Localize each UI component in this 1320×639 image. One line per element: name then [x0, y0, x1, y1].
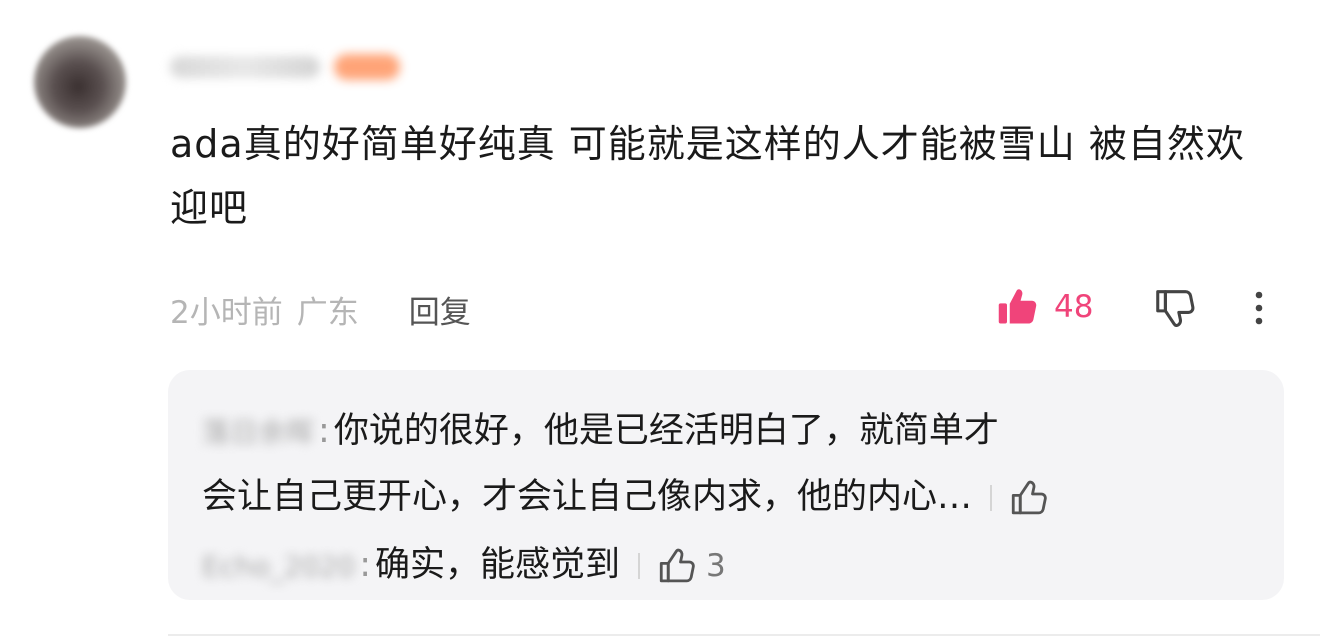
reply-colon: : [318, 411, 330, 451]
thumbs-up-outline-icon[interactable] [1008, 477, 1050, 519]
reply-colon: : [359, 545, 372, 585]
comment-username[interactable]: xuaaahu3 [170, 56, 320, 78]
vertical-ellipsis-icon[interactable] [1244, 288, 1274, 328]
reply-item[interactable]: Echo_2020: 确实，能感觉到 3 [202, 534, 726, 598]
reply-text: 确实，能感觉到 [375, 545, 621, 585]
comment-time: 2小时前 [170, 294, 283, 331]
separator [990, 485, 993, 511]
comment-location: 广东 [296, 294, 359, 331]
reply-username[interactable]: 落日余晖 [202, 402, 314, 464]
reply-text: 你说的很好，他是已经活明白了，就简单才 [333, 411, 999, 451]
reply-button[interactable]: 回复 [409, 287, 471, 332]
divider [168, 634, 1320, 636]
avatar[interactable] [34, 36, 126, 128]
like-count: 48 [1054, 289, 1094, 325]
replies-box: 落日余晖: 你说的很好，他是已经活明白了，就简单才 会让自己更开心，才会让自己像内… [168, 370, 1284, 600]
separator [638, 553, 641, 579]
comment-card: xuaaahu3 ada真的好简单好纯真 可能就是这样的人才能被雪山 被自然欢迎… [0, 0, 1320, 639]
reply-item-continued[interactable]: 会让自己更开心，才会让自己像内求，他的内心… [202, 466, 1050, 528]
user-level-badge [334, 54, 400, 80]
reply-like-count: 3 [706, 548, 726, 584]
comment-text: ada真的好简单好纯真 可能就是这样的人才能被雪山 被自然欢迎吧 [170, 122, 1245, 230]
reply-username[interactable]: Echo_2020 [202, 536, 355, 598]
thumbs-down-outline-icon[interactable] [1152, 285, 1198, 331]
thumbs-up-filled-icon [998, 289, 1037, 324]
thumbs-up-outline-icon[interactable] [656, 545, 698, 587]
reply-text-line2: 会让自己更开心，才会让自己像内求，他的内心… [202, 477, 973, 517]
like-button[interactable]: 48 [996, 284, 1093, 330]
reply-item[interactable]: 落日余晖: 你说的很好，他是已经活明白了，就简单才 [202, 400, 999, 464]
comment-meta: 2小时前 广东 回复 [170, 286, 471, 332]
